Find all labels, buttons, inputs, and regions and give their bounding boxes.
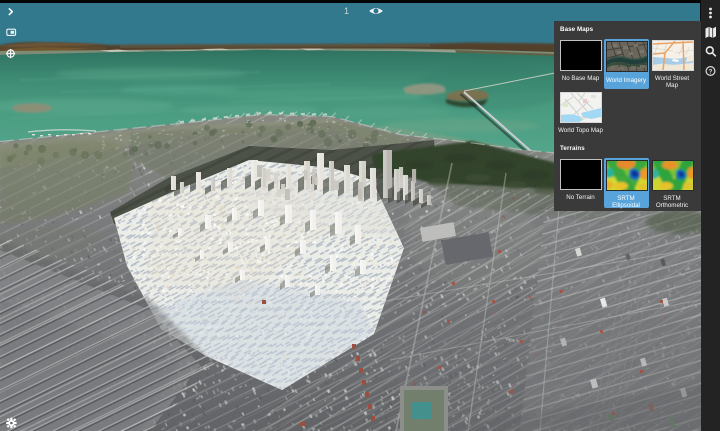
svg-text:?: ? [709, 69, 713, 76]
svg-text:1: 1 [344, 6, 349, 16]
